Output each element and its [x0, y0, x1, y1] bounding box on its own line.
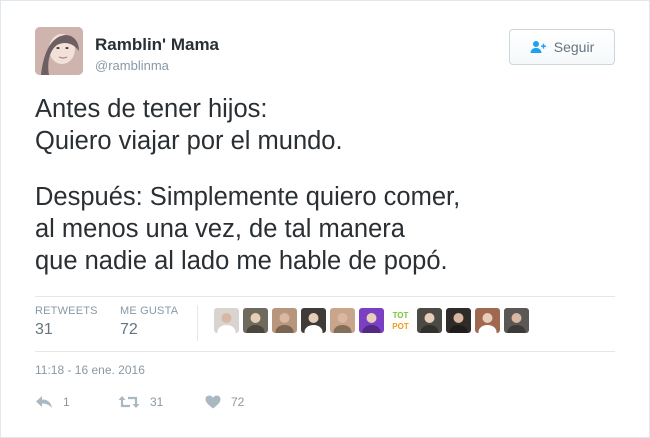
tweet-paragraph-2: Después: Simplemente quiero comer, al me… — [35, 181, 460, 277]
retweet-icon — [118, 396, 140, 408]
liker-avatar-7-icon[interactable]: TOT POT — [388, 308, 413, 333]
add-user-icon — [530, 41, 546, 53]
like-count: 72 — [231, 395, 245, 409]
stats-divider-bottom — [35, 351, 615, 352]
svg-text:POT: POT — [392, 322, 409, 331]
follow-button-label: Seguir — [553, 39, 595, 55]
liker-avatar-11-icon[interactable] — [504, 308, 529, 333]
stats-divider-top — [35, 296, 615, 297]
like-button[interactable]: 72 — [205, 395, 244, 409]
author-name[interactable]: Ramblin' Mama — [95, 35, 219, 55]
liker-avatar-3-icon[interactable] — [272, 308, 297, 333]
likers-avatars: TOT POT — [214, 308, 529, 333]
likes-count: 72 — [120, 321, 138, 338]
retweets-count: 31 — [35, 321, 53, 338]
tweet-line: Antes de tener hijos: — [35, 95, 268, 123]
tweet-timestamp[interactable]: 11:18 - 16 ene. 2016 — [35, 363, 145, 377]
retweet-count: 31 — [150, 395, 164, 409]
author-handle[interactable]: @ramblinma — [95, 58, 169, 73]
stats-separator — [197, 305, 198, 341]
tweet-line: al menos una vez, de tal manera — [35, 215, 405, 243]
liker-avatar-4-icon[interactable] — [301, 308, 326, 333]
profile-photo-icon — [35, 27, 83, 75]
tweet-line: Después: Simplemente quiero comer, — [35, 183, 461, 211]
tweet-line: que nadie al lado me hable de popó. — [35, 247, 448, 275]
follow-button[interactable]: Seguir — [509, 29, 615, 65]
tweet-card: Ramblin' Mama @ramblinma Seguir Antes de… — [0, 0, 650, 438]
retweets-label: RETWEETS — [35, 305, 98, 317]
heart-icon — [205, 395, 221, 409]
tweet-paragraph-1: Antes de tener hijos: Quiero viajar por … — [35, 93, 343, 157]
likes-label: ME GUSTA — [120, 305, 179, 317]
retweets-stat[interactable]: RETWEETS 31 — [35, 305, 98, 339]
tweet-line: Quiero viajar por el mundo. — [35, 127, 343, 155]
liker-avatar-10-icon[interactable] — [475, 308, 500, 333]
liker-avatar-6-icon[interactable] — [359, 308, 384, 333]
reply-button[interactable]: 1 — [35, 395, 70, 409]
liker-avatar-2-icon[interactable] — [243, 308, 268, 333]
reply-icon — [36, 396, 52, 408]
liker-avatar-8-icon[interactable] — [417, 308, 442, 333]
retweet-button[interactable]: 31 — [118, 395, 163, 409]
liker-avatar-9-icon[interactable] — [446, 308, 471, 333]
author-avatar[interactable] — [35, 27, 83, 75]
svg-text:TOT: TOT — [393, 311, 409, 320]
likes-stat[interactable]: ME GUSTA 72 — [120, 305, 178, 339]
liker-avatar-5-icon[interactable] — [330, 308, 355, 333]
reply-count: 1 — [63, 395, 70, 409]
liker-avatar-1-icon[interactable] — [214, 308, 239, 333]
